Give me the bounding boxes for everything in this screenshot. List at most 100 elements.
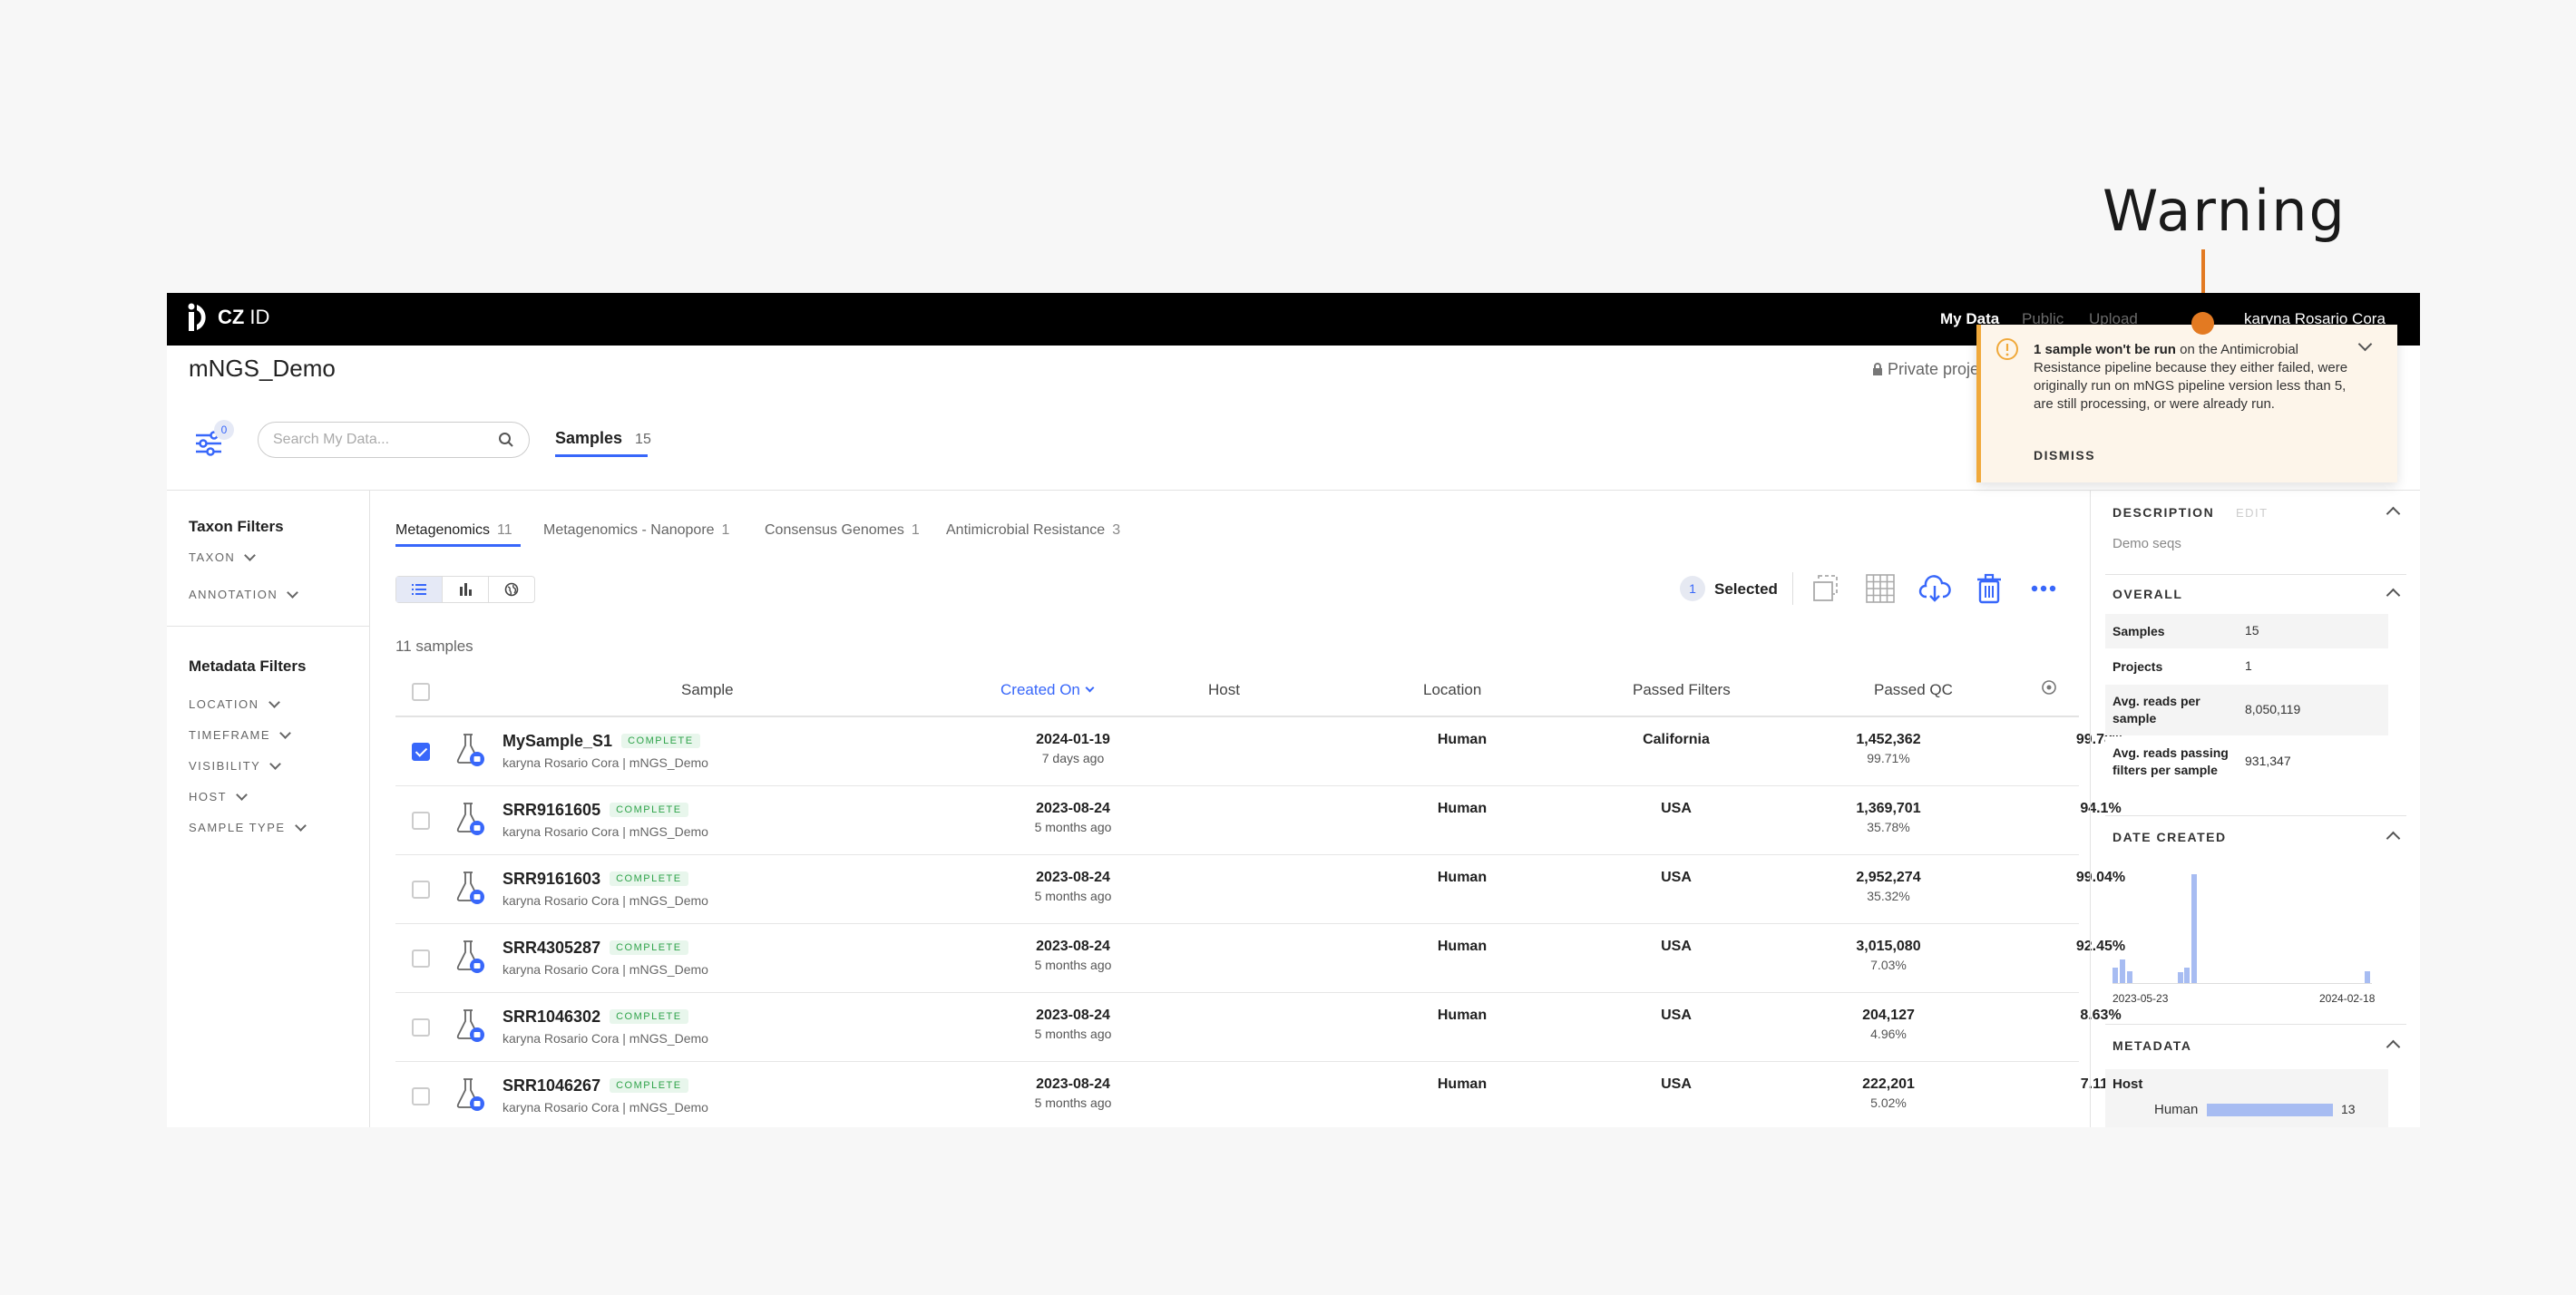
heatmap-icon[interactable] [1864,572,1897,605]
plot-view-button[interactable] [443,577,489,602]
sample-name[interactable]: SRR9161603 COMPLETE [503,870,688,889]
histogram-bar[interactable] [2191,874,2198,983]
created-date: 2023-08-24 [1036,801,1110,816]
host-bar[interactable] [2207,1104,2333,1116]
histogram-bar[interactable] [2365,971,2371,983]
row-checkbox[interactable] [412,881,430,899]
table-row[interactable]: SRR9161603 COMPLETE karyna Rosario Cora | … [395,855,2125,924]
histogram-bar[interactable] [2113,968,2118,983]
table-view-button[interactable] [396,577,443,602]
filter-sample-type[interactable]: SAMPLE TYPE [189,819,307,834]
created-ago: 5 months ago [1034,1095,1112,1110]
stat-avg-reads-passing: Avg. reads passing filters per sample 931… [2105,736,2388,787]
search-icon[interactable] [498,432,514,448]
tab-nanopore[interactable]: Metagenomics - Nanopore 1 [543,522,729,539]
more-icon[interactable] [2027,572,2060,605]
chevron-up-icon[interactable] [2386,1039,2401,1055]
sample-name[interactable]: SRR1046302 COMPLETE [503,1008,688,1027]
location-value: USA [1661,939,1692,954]
tab-amr[interactable]: Antimicrobial Resistance 3 [946,522,1120,539]
privacy-label: Private proje [1872,360,1979,379]
flask-icon [456,1009,484,1042]
col-created-on[interactable]: Created On [1000,681,1095,699]
column-settings-icon[interactable] [2041,679,2057,696]
tab-samples[interactable]: Samples 15 [555,429,651,448]
copy-icon[interactable] [1810,572,1842,605]
chevron-up-icon[interactable] [2386,831,2401,846]
sample-name[interactable]: SRR1046267 COMPLETE [503,1076,688,1095]
histogram-bar[interactable] [2184,968,2191,983]
histogram-bar[interactable] [2126,971,2132,983]
notification-bold: 1 sample won't be run [2034,342,2176,357]
row-checkbox[interactable] [412,812,430,830]
passed-filters-pct: 7.03% [1870,958,1907,972]
chevron-down-icon[interactable] [2357,336,2373,352]
filter-annotation[interactable]: ANNOTATION [189,586,299,601]
passed-filters-reads: 3,015,080 [1856,939,1921,954]
stat-label: Samples [2113,624,2165,638]
map-view-button[interactable] [489,577,534,602]
table-row[interactable]: MySample_S1 COMPLETE karyna Rosario Cora |… [395,717,2125,786]
tab-metagenomics[interactable]: Metagenomics 11 [395,522,512,539]
table-row[interactable]: SRR1046267 COMPLETE karyna Rosario Cora | … [395,1062,2121,1127]
trash-icon[interactable] [1973,572,2005,605]
host-value: Human [1437,732,1488,747]
date-created-title: DATE CREATED [2113,830,2227,844]
row-checkbox[interactable] [412,1087,430,1105]
chevron-down-icon [269,757,282,770]
filter-visibility[interactable]: VISIBILITY [189,757,282,773]
chevron-up-icon[interactable] [2386,506,2401,521]
table-row[interactable]: SRR1046302 COMPLETE karyna Rosario Cora | … [395,993,2122,1062]
tab-consensus-genomes[interactable]: Consensus Genomes 1 [765,522,920,539]
panel-divider [2105,574,2406,575]
col-passed-filters[interactable]: Passed Filters [1633,681,1731,699]
row-checkbox[interactable] [412,949,430,968]
host-value: Human [1437,1076,1488,1092]
filter-taxon[interactable]: TAXON [189,549,257,564]
sample-name-text: SRR4305287 [503,939,601,957]
stat-label: Avg. reads passing filters per sample [2113,745,2229,777]
location-cell: USA [1586,993,1767,1024]
search-input[interactable]: Search My Data... [258,422,530,458]
col-sample[interactable]: Sample [681,681,734,699]
annotation-title: Warning [2103,178,2347,244]
host-cell: Human [1371,993,1553,1024]
col-passed-qc[interactable]: Passed QC [1874,681,1953,699]
col-host[interactable]: Host [1208,681,1240,699]
chevron-down-icon [279,726,291,739]
location-cell: California [1586,717,1767,748]
filter-host[interactable]: HOST [189,788,248,803]
metadata-filters-title: Metadata Filters [189,657,307,675]
download-icon[interactable] [1918,572,1951,605]
row-checkbox[interactable] [412,1018,430,1037]
logo[interactable]: CZ ID [187,302,269,333]
histogram-bar[interactable] [2119,959,2125,983]
location-value: California [1643,732,1710,747]
host-value: Human [1437,870,1488,885]
chevron-up-icon[interactable] [2386,588,2401,603]
table-row[interactable]: SRR4305287 COMPLETE karyna Rosario Cora | … [395,924,2125,993]
filter-timeframe[interactable]: TIMEFRAME [189,726,291,742]
passed-filters-reads: 222,201 [1862,1076,1915,1092]
notification-message: 1 sample won't be run on the Antimicrobi… [2034,341,2360,414]
sample-name[interactable]: SRR4305287 COMPLETE [503,939,688,958]
sample-name[interactable]: MySample_S1 COMPLETE [503,732,700,751]
select-all-checkbox[interactable] [412,683,430,701]
filter-location[interactable]: LOCATION [189,696,280,711]
globe-icon [504,582,519,597]
table-row[interactable]: SRR9161605 COMPLETE karyna Rosario Cora | … [395,786,2122,855]
sample-name[interactable]: SRR9161605 COMPLETE [503,801,688,820]
lock-icon [1873,363,1882,375]
row-checkbox[interactable] [412,743,430,761]
dismiss-button[interactable]: DISMISS [2034,448,2095,462]
edit-description-button[interactable]: EDIT [2236,506,2269,520]
col-location[interactable]: Location [1423,681,1481,699]
histogram-bar[interactable] [2177,972,2183,983]
tab-amr-label: Antimicrobial Resistance [946,522,1106,538]
filter-location-label: LOCATION [189,697,259,711]
host-value: Human [1437,1008,1488,1023]
panel-divider [2105,1024,2406,1025]
created-date: 2023-08-24 [1036,1008,1110,1023]
location-value: USA [1661,1008,1692,1023]
location-cell: USA [1586,786,1767,817]
